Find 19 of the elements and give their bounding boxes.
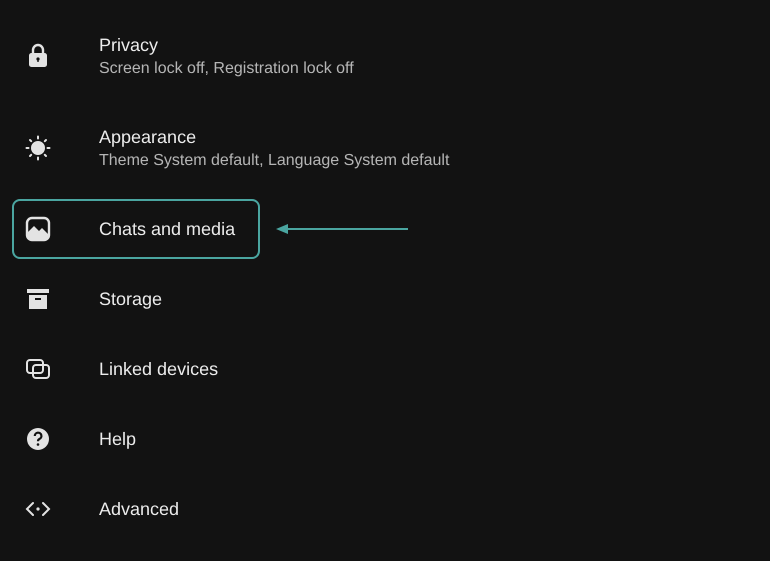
item-subtitle: Screen lock off, Registration lock off — [99, 60, 354, 78]
item-title: Storage — [99, 288, 162, 310]
settings-item[interactable]: Help — [12, 404, 260, 474]
settings-item[interactable]: Chats and media — [12, 199, 260, 259]
item-title: Chats and media — [99, 218, 236, 240]
help-icon — [24, 425, 52, 453]
settings-item[interactable]: Privacy Screen lock off, Registration lock off — [12, 10, 366, 102]
item-title: Appearance — [99, 126, 198, 148]
item-subtitle: Theme System default, Language System default — [99, 152, 450, 170]
settings-item[interactable]: Advanced — [12, 474, 260, 544]
sun-icon — [24, 134, 52, 162]
settings-item[interactable]: Linked devices — [12, 334, 260, 404]
item-title: Privacy — [99, 34, 160, 56]
image-icon — [24, 215, 52, 243]
settings-item[interactable]: Appearance Theme System default, Language System default — [12, 102, 462, 194]
item-title: Linked devices — [99, 358, 218, 380]
settings-item[interactable]: Storage — [12, 264, 260, 334]
item-title: Advanced — [99, 498, 180, 520]
item-title: Help — [99, 428, 136, 450]
